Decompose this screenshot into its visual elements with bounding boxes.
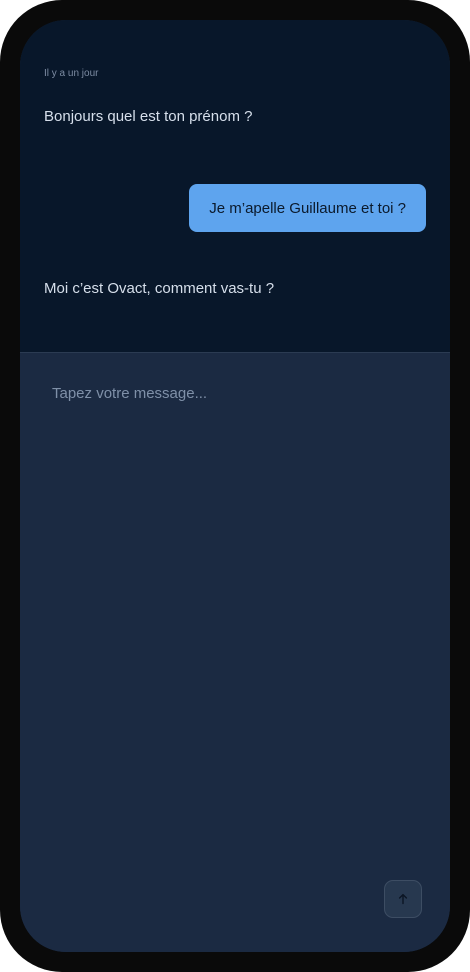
message-timestamp: Il y a un jour xyxy=(44,68,99,79)
chat-history: Il y a un jour Bonjours quel est ton pré… xyxy=(20,20,450,353)
message-input[interactable] xyxy=(32,369,438,889)
outgoing-message-bubble: Je m’apelle Guillaume et toi ? xyxy=(189,184,426,232)
arrow-up-icon xyxy=(398,893,408,905)
phone-frame: Il y a un jour Bonjours quel est ton pré… xyxy=(0,0,470,972)
message-composer xyxy=(20,353,450,952)
incoming-message: Moi c’est Ovact, comment vas-tu ? xyxy=(44,280,275,297)
app-screen: Il y a un jour Bonjours quel est ton pré… xyxy=(20,20,450,952)
incoming-message: Bonjours quel est ton prénom ? xyxy=(44,108,253,125)
outgoing-message-text: Je m’apelle Guillaume et toi ? xyxy=(209,199,406,217)
send-button[interactable] xyxy=(384,880,422,918)
